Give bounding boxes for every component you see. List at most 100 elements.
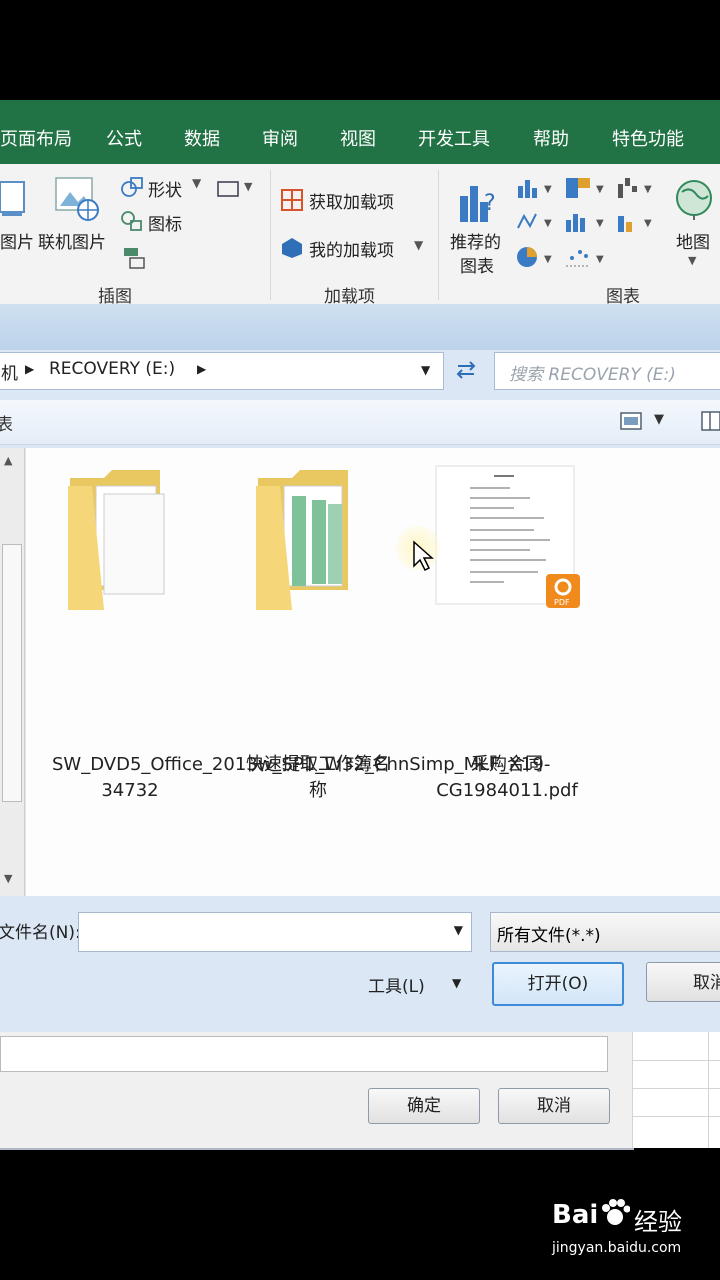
online-picture-button[interactable]: 联机图片	[38, 228, 106, 253]
file-list-area: SW_DVD5_Office_2013w_SP1_W32_ChnSimp_MLF…	[26, 448, 720, 896]
ribbon-tab-bar: 页面布局 公式 数据 审阅 视图 开发工具 帮助 特色功能	[0, 100, 720, 164]
view-options-icon[interactable]	[620, 412, 642, 430]
scroll-thumb[interactable]	[2, 544, 22, 802]
paw-icon	[600, 1198, 631, 1228]
tab-developer[interactable]: 开发工具	[418, 100, 490, 164]
watermark-brand: Bai	[552, 1200, 599, 1230]
pdf-file-item[interactable]: PDF	[434, 464, 580, 610]
tab-formulas[interactable]: 公式	[106, 100, 142, 164]
tab-review[interactable]: 审阅	[262, 100, 298, 164]
my-addins-icon[interactable]	[280, 236, 304, 260]
folder-name-2[interactable]: 快速提取工作簿名称	[240, 752, 396, 804]
online-picture-icon[interactable]	[54, 176, 100, 222]
icons-button[interactable]: 图标	[148, 210, 182, 235]
svg-text:▼: ▼	[644, 184, 652, 195]
filename-input[interactable]: ▼	[78, 912, 472, 952]
open-file-dialog: 机 ▶ RECOVERY (E:) ▶ ▼ 搜索 RECOVERY (E:) 表…	[0, 304, 720, 1035]
breadcrumb-arrow-icon[interactable]: ▶	[25, 362, 34, 376]
baidu-watermark: Bai 经验 jingyan.baidu.com	[552, 1194, 712, 1264]
preview-pane-icon[interactable]	[700, 410, 720, 432]
search-placeholder: 搜索 RECOVERY (E:)	[509, 365, 676, 385]
tab-help[interactable]: 帮助	[533, 100, 569, 164]
map-dropdown-icon[interactable]: ▼	[688, 254, 696, 267]
search-input[interactable]: 搜索 RECOVERY (E:)	[494, 352, 720, 390]
group-separator	[270, 170, 271, 300]
spreadsheet-grid	[632, 1032, 720, 1148]
tab-special-features[interactable]: 特色功能	[612, 100, 684, 164]
pie-chart-icon[interactable]: ▼	[516, 244, 556, 270]
group-separator	[438, 170, 439, 300]
combo-chart-icon[interactable]: ▼	[616, 210, 656, 236]
icons-icon[interactable]	[120, 210, 144, 232]
svg-text:▼: ▼	[244, 180, 253, 193]
get-addins-button[interactable]: 获取加载项	[309, 188, 394, 213]
tools-menu[interactable]: 工具(L)	[368, 972, 425, 997]
address-prefix: 机	[1, 364, 18, 384]
breadcrumb-arrow-icon[interactable]: ▶	[197, 362, 206, 376]
statistic-chart-icon[interactable]: ▼	[564, 210, 608, 236]
svg-text:▼: ▼	[544, 184, 552, 195]
background-dialog-list	[0, 1036, 608, 1072]
my-addins-dropdown-icon[interactable]: ▼	[414, 238, 423, 252]
address-dropdown-icon[interactable]: ▼	[421, 363, 430, 377]
waterfall-chart-icon[interactable]: ▼	[616, 176, 656, 202]
folder-item[interactable]	[64, 460, 174, 612]
folder-name-1[interactable]: SW_DVD5_Office_2013w_SP1_W32_ChnSimp_MLF…	[52, 752, 550, 804]
shapes-button[interactable]: 形状	[148, 176, 182, 201]
picture-button[interactable]: 图片	[0, 228, 34, 253]
refresh-icon[interactable]	[448, 352, 484, 388]
background-dialog: 确定 取消	[0, 1032, 634, 1150]
svg-text:▼: ▼	[544, 254, 552, 265]
folder-item[interactable]	[252, 460, 362, 612]
tools-dropdown-icon[interactable]: ▼	[452, 976, 461, 990]
address-location[interactable]: RECOVERY (E:)	[49, 359, 175, 379]
recommended-charts-icon[interactable]: ?	[458, 178, 502, 226]
view-dropdown-icon[interactable]: ▼	[654, 412, 664, 427]
map-button[interactable]: 地图	[676, 228, 710, 253]
column-chart-icon[interactable]: ▼	[516, 176, 556, 200]
address-bar[interactable]: 机 ▶ RECOVERY (E:) ▶ ▼	[0, 352, 444, 390]
shapes-dropdown-icon[interactable]: ▼	[192, 176, 201, 190]
tab-data[interactable]: 数据	[184, 100, 220, 164]
scroll-down-icon[interactable]: ▼	[4, 872, 12, 885]
watermark-brand2: 经验	[634, 1208, 682, 1236]
dialog-title-bar[interactable]	[0, 304, 720, 350]
screenshot-icon[interactable]: ▼	[216, 176, 256, 198]
open-button[interactable]: 打开(O)	[492, 962, 624, 1006]
map-globe-icon[interactable]	[672, 176, 716, 222]
smartart-icon[interactable]	[122, 246, 148, 270]
recommended-charts-label-1[interactable]: 推荐的	[450, 228, 501, 253]
background-cancel-button[interactable]: 取消	[498, 1088, 610, 1124]
dialog-toolbar: 表 ▼	[0, 400, 720, 445]
filename-dropdown-icon[interactable]: ▼	[454, 923, 463, 937]
watermark-url: jingyan.baidu.com	[552, 1240, 682, 1256]
mouse-cursor-icon	[412, 540, 436, 572]
svg-text:▼: ▼	[596, 184, 604, 195]
toolbar-left-fragment[interactable]: 表	[0, 410, 13, 435]
scroll-up-icon[interactable]: ▲	[4, 454, 12, 467]
hierarchy-chart-icon[interactable]: ▼	[564, 176, 608, 202]
tab-view[interactable]: 视图	[340, 100, 376, 164]
ribbon-body: 图片 联机图片 形状 ▼ 图标 ▼ 获取加载项 我的加载项 ▼ ? 推荐的 图表…	[0, 164, 720, 307]
svg-text:▼: ▼	[544, 218, 552, 229]
pdf-file-name[interactable]: 采购合同CG1984011.pdf	[426, 752, 588, 804]
ok-button[interactable]: 确定	[368, 1088, 480, 1124]
line-chart-icon[interactable]: ▼	[516, 210, 556, 234]
scatter-chart-icon[interactable]: ▼	[564, 244, 608, 270]
dialog-cancel-button[interactable]: 取消	[646, 962, 720, 1002]
pdf-file-icon: PDF	[435, 465, 580, 608]
store-icon[interactable]	[280, 188, 304, 212]
file-type-select[interactable]: 所有文件(*.*)	[490, 912, 720, 952]
recommended-charts-label-2[interactable]: 图表	[460, 252, 494, 277]
shapes-icon[interactable]	[120, 176, 144, 198]
file-type-value: 所有文件(*.*)	[497, 926, 601, 946]
filename-label: 文件名(N):	[0, 923, 81, 943]
tab-page-layout[interactable]: 页面布局	[0, 100, 72, 164]
svg-text:?: ?	[484, 191, 496, 216]
my-addins-button[interactable]: 我的加载项	[309, 236, 394, 261]
svg-text:▼: ▼	[644, 218, 652, 229]
nav-pane-scrollbar[interactable]: ▲ ▼	[0, 448, 25, 896]
folder-excel-icon	[256, 470, 348, 610]
svg-text:▼: ▼	[596, 218, 604, 229]
picture-icon[interactable]	[0, 176, 28, 222]
